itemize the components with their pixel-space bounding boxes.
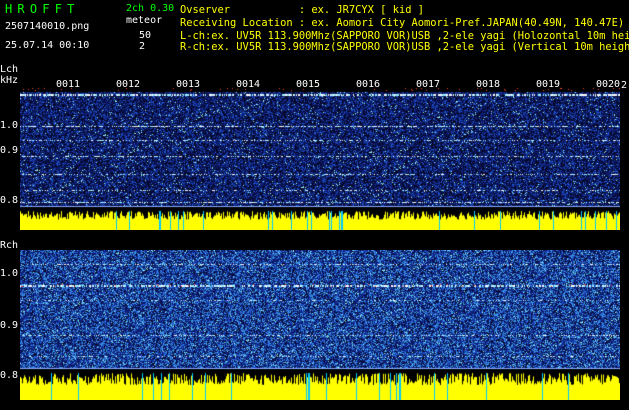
- lch-spectrogram: [20, 80, 620, 230]
- location-info: Receiving Location : ex. Aomori City Aom…: [180, 17, 625, 29]
- lch-ytick-0-9: 0.9: [0, 145, 19, 156]
- time-label: 0012: [116, 79, 141, 90]
- date-time: 25.07.14 00:10: [5, 40, 90, 51]
- file-name: 2507140010.png: [5, 21, 90, 32]
- time-label: 0017: [416, 79, 441, 90]
- lch-label: Lch: [0, 64, 19, 75]
- time-label: 0013: [176, 79, 201, 90]
- rch-ytick-0-9: 0.9: [0, 320, 19, 331]
- khz-unit-label: kHz: [0, 75, 19, 86]
- rch-spectrogram: [20, 250, 620, 400]
- time-label: 0015: [296, 79, 321, 90]
- time-label: 0014: [236, 79, 261, 90]
- app-title: HROFFT: [5, 2, 80, 16]
- rch-info: R-ch:ex. UV5R 113.900Mhz(SAPPORO VOR)USB…: [180, 41, 629, 53]
- lch-ytick-1-0: 1.0: [0, 120, 19, 131]
- version-label: 2ch 0.30: [126, 3, 175, 14]
- l-value: 50: [139, 30, 152, 41]
- time-label: 0011: [56, 79, 81, 90]
- observer-info: Ovserver : ex. JR7CYX [ kid ]: [180, 4, 424, 16]
- lch-ytick-0-8: 0.8: [0, 195, 19, 206]
- time-label: 0020: [596, 79, 621, 90]
- rch-ytick-0-8: 0.8: [0, 370, 19, 381]
- time-label: 0016: [356, 79, 381, 90]
- r-value: 2: [139, 41, 146, 52]
- time-label: 0019: [536, 79, 561, 90]
- right-edge-label: 2: [621, 80, 628, 91]
- rch-ytick-1-0: 1.0: [0, 268, 19, 279]
- mode-label: meteor: [126, 15, 163, 26]
- time-label: 0018: [476, 79, 501, 90]
- rch-label: Rch: [0, 240, 19, 251]
